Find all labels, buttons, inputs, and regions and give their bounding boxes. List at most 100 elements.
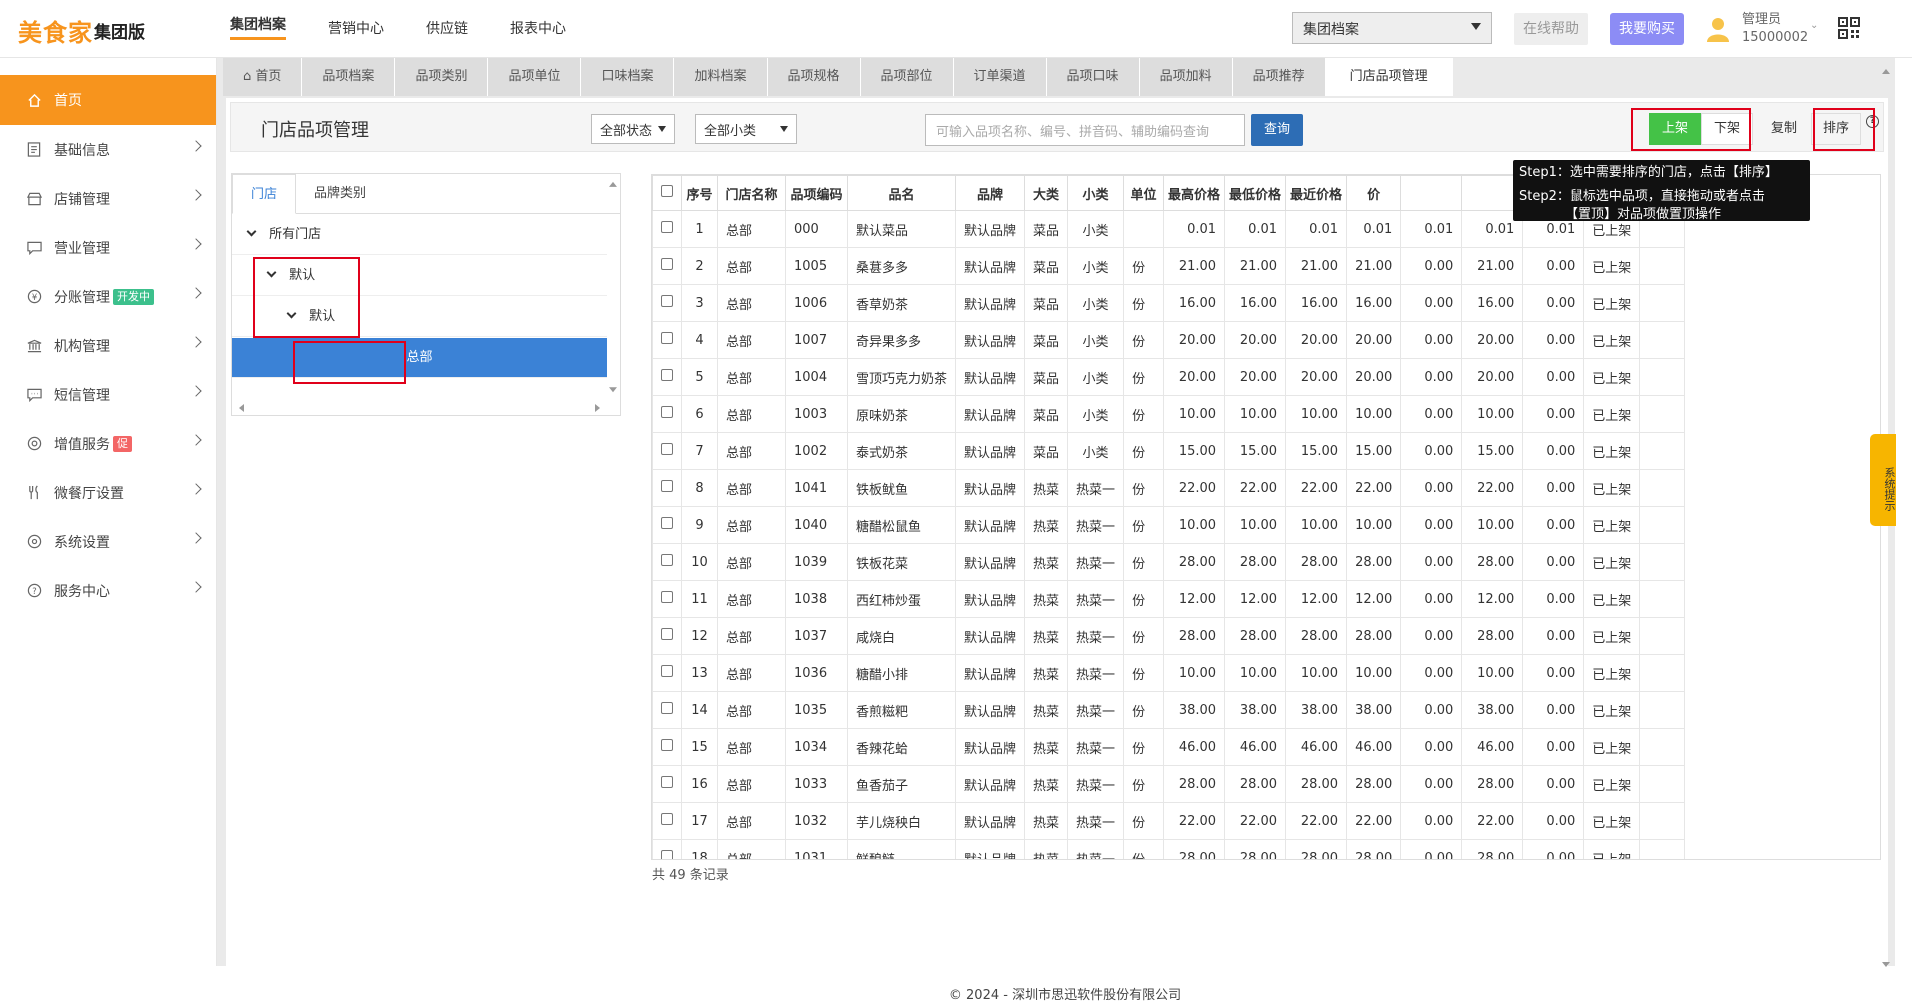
org-select[interactable]: 集团档案	[1292, 12, 1492, 44]
tree-node-default[interactable]: 默认	[232, 256, 607, 296]
sidebar-item-micro-restaurant[interactable]: 微餐厅设置	[0, 468, 216, 517]
table-row[interactable]: 14 总部 1035 香煎糍粑 默认品牌 热菜 热菜一份 38.00 38.00 38.00 38.…	[652, 691, 1686, 729]
qr-code-icon[interactable]	[1838, 17, 1860, 39]
tab-item-unit[interactable]: 品项单位	[488, 58, 582, 96]
cell-edit[interactable]	[1639, 432, 1686, 470]
tab-item-flavor[interactable]: 品项口味	[1046, 58, 1140, 96]
tab-item-spec[interactable]: 品项规格	[767, 58, 861, 96]
cell-edit[interactable]	[1639, 469, 1686, 507]
table-row[interactable]: 11 总部 1038 西红柿炒蛋 默认品牌 热菜 热菜一份 12.00 12.00 12.00 12…	[652, 580, 1686, 618]
row-checkbox[interactable]	[652, 284, 682, 322]
row-checkbox[interactable]	[652, 617, 682, 655]
system-tip-tab[interactable]: 系统提示	[1870, 434, 1896, 526]
row-checkbox[interactable]	[652, 432, 682, 470]
row-checkbox[interactable]	[652, 691, 682, 729]
tab-addon-archive[interactable]: 加料档案	[674, 58, 768, 96]
row-checkbox[interactable]	[652, 506, 682, 544]
table-row[interactable]: 3 总部 1006 香草奶茶 默认品牌 菜品 小类份 16.00 16.00 16.00 16.00…	[652, 284, 1686, 322]
table-row[interactable]: 12 总部 1037 咸烧白 默认品牌 热菜 热菜一份 28.00 28.00 28.00 28.0…	[652, 617, 1686, 655]
sort-button[interactable]: 排序	[1811, 113, 1861, 145]
table-row[interactable]: 9 总部 1040 糖醋松鼠鱼 默认品牌 热菜 热菜一份 10.00 10.00 10.00 10.…	[652, 506, 1686, 544]
row-checkbox[interactable]	[652, 580, 682, 618]
row-checkbox[interactable]	[652, 358, 682, 396]
cell-edit[interactable]	[1639, 358, 1686, 396]
sidebar-item-store[interactable]: 店铺管理	[0, 174, 216, 223]
sidebar-item-sms[interactable]: 短信管理	[0, 370, 216, 419]
row-checkbox[interactable]	[652, 321, 682, 359]
row-checkbox[interactable]	[652, 728, 682, 766]
tree-node-headquarters[interactable]: 总部	[232, 338, 607, 378]
copy-button[interactable]: 复制	[1759, 113, 1809, 145]
cell-edit[interactable]	[1639, 395, 1686, 433]
sidebar-item-business[interactable]: 营业管理	[0, 223, 216, 272]
tab-item-addon[interactable]: 品项加料	[1139, 58, 1233, 96]
user-info[interactable]: 管理员 15000002	[1742, 11, 1808, 47]
table-row[interactable]: 5 总部 1004 雪顶巧克力奶茶 默认品牌 菜品 小类份 20.00 20.00 20.00 20…	[652, 358, 1686, 396]
table-row[interactable]: 2 总部 1005 桑葚多多 默认品牌 菜品 小类份 21.00 21.00 21.00 21.00…	[652, 247, 1686, 285]
table-row[interactable]: 13 总部 1036 糖醋小排 默认品牌 热菜 热菜一份 10.00 10.00 10.00 10.…	[652, 654, 1686, 692]
tab-flavor-archive[interactable]: 口味档案	[581, 58, 675, 96]
cell-edit[interactable]	[1639, 691, 1686, 729]
logo[interactable]: 美食家	[18, 13, 93, 48]
tree-node-default-sub[interactable]: 默认	[232, 297, 607, 337]
sidebar-item-basic-info[interactable]: 基础信息	[0, 125, 216, 174]
cell-edit[interactable]	[1639, 506, 1686, 544]
cell-edit[interactable]	[1639, 543, 1686, 581]
tab-home[interactable]: ⌂ 首页	[223, 58, 303, 96]
cell-edit[interactable]	[1639, 580, 1686, 618]
top-nav-archive[interactable]: 集团档案	[230, 18, 286, 40]
sidebar-item-service-center[interactable]: ? 服务中心	[0, 566, 216, 615]
cell-edit[interactable]	[1639, 247, 1686, 285]
table-row[interactable]: 7 总部 1002 泰式奶茶 默认品牌 菜品 小类份 15.00 15.00 15.00 15.00…	[652, 432, 1686, 470]
query-button[interactable]: 查询	[1251, 114, 1303, 146]
tab-item-archive[interactable]: 品项档案	[302, 58, 396, 96]
select-all-checkbox[interactable]	[652, 175, 682, 211]
row-checkbox[interactable]	[652, 395, 682, 433]
row-checkbox[interactable]	[652, 543, 682, 581]
sidebar-item-home[interactable]: 首页	[0, 75, 216, 125]
top-nav-marketing[interactable]: 营销中心	[328, 18, 384, 40]
off-shelf-button[interactable]: 下架	[1701, 113, 1753, 145]
tab-brand-category[interactable]: 品牌类别	[296, 174, 384, 213]
tab-store-item-management[interactable]: 门店品项管理	[1325, 58, 1453, 96]
category-select[interactable]: 全部小类	[695, 114, 797, 144]
top-nav-supply-chain[interactable]: 供应链	[426, 18, 468, 40]
cell-edit[interactable]	[1639, 617, 1686, 655]
sidebar-item-system-settings[interactable]: 系统设置	[0, 517, 216, 566]
tab-item-category[interactable]: 品项类别	[395, 58, 489, 96]
cell-edit[interactable]	[1639, 321, 1686, 359]
status-select[interactable]: 全部状态	[591, 114, 675, 144]
sidebar-item-organization[interactable]: 机构管理	[0, 321, 216, 370]
table-row[interactable]: 16 总部 1033 鱼香茄子 默认品牌 热菜 热菜一份 28.00 28.00 28.00 28.…	[652, 765, 1686, 803]
tab-item-recommend[interactable]: 品项推荐	[1232, 58, 1326, 96]
cell-edit[interactable]	[1639, 284, 1686, 322]
tab-store[interactable]: 门店	[232, 174, 297, 214]
sidebar-item-value-added[interactable]: 增值服务 促	[0, 419, 216, 468]
table-row[interactable]: 15 总部 1034 香辣花蛤 默认品牌 热菜 热菜一份 46.00 46.00 46.00 46.…	[652, 728, 1686, 766]
avatar-icon[interactable]	[1706, 16, 1730, 42]
online-help-button[interactable]: 在线帮助	[1514, 13, 1588, 45]
tab-item-part[interactable]: 品项部位	[860, 58, 954, 96]
row-checkbox[interactable]	[652, 839, 682, 859]
row-checkbox[interactable]	[652, 765, 682, 803]
cell-edit[interactable]	[1639, 765, 1686, 803]
row-checkbox[interactable]	[652, 802, 682, 840]
question-icon[interactable]: ?	[1866, 115, 1879, 128]
tree-horizontal-scrollbar[interactable]	[232, 401, 607, 415]
row-checkbox[interactable]	[652, 654, 682, 692]
chevron-down-icon[interactable]: ⌄	[1810, 20, 1818, 31]
tree-node-all-stores[interactable]: 所有门店	[232, 215, 607, 255]
cell-edit[interactable]	[1639, 802, 1686, 840]
top-nav-reports[interactable]: 报表中心	[510, 18, 566, 40]
table-row[interactable]: 6 总部 1003 原味奶茶 默认品牌 菜品 小类份 10.00 10.00 10.00 10.00…	[652, 395, 1686, 433]
row-checkbox[interactable]	[652, 469, 682, 507]
buy-button[interactable]: 我要购买	[1610, 13, 1684, 45]
on-shelf-button[interactable]: 上架	[1649, 113, 1701, 145]
table-row[interactable]: 17 总部 1032 芋儿烧秧白 默认品牌 热菜 热菜一份 22.00 22.00 22.00 22…	[652, 802, 1686, 840]
row-checkbox[interactable]	[652, 247, 682, 285]
sidebar-item-split-account[interactable]: ¥ 分账管理 开发中	[0, 272, 216, 321]
cell-edit[interactable]	[1639, 839, 1686, 859]
cell-edit[interactable]	[1639, 654, 1686, 692]
tab-order-channel[interactable]: 订单渠道	[953, 58, 1047, 96]
cell-edit[interactable]	[1639, 728, 1686, 766]
